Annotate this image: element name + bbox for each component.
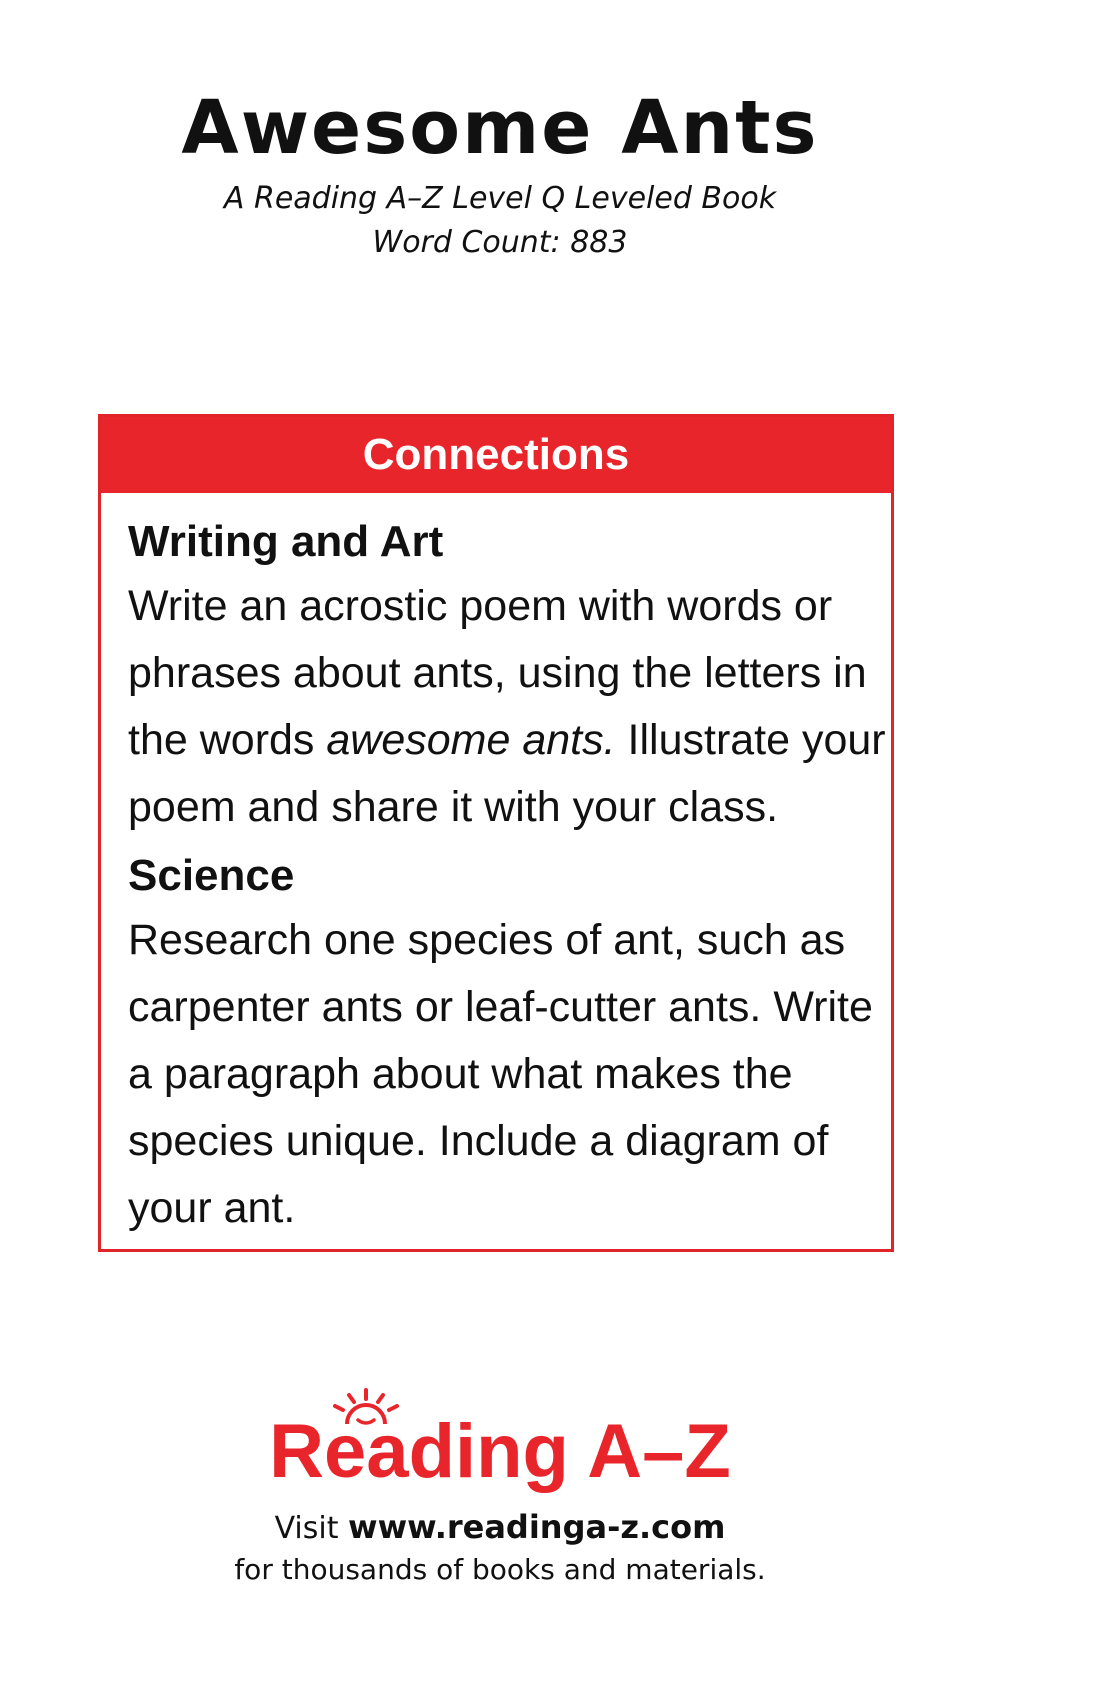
italic-phrase: awesome ants. (326, 716, 616, 764)
book-title: Awesome Ants (181, 85, 819, 171)
visit-word: Visit (274, 1511, 339, 1546)
word-count-line: Word Count: 883 (372, 225, 628, 261)
level-line: A Reading A–Z Level Q Leveled Book (223, 181, 777, 217)
connections-heading: Connections (101, 417, 891, 493)
section-text-writing-art: Write an acrostic poem with words or phr… (128, 573, 888, 841)
materials-line: for thousands of books and materials. (234, 1553, 766, 1586)
connections-body: Writing and Art Write an acrostic poem w… (101, 493, 891, 1242)
sun-icon (333, 1388, 400, 1425)
publisher-footer: Reading A–Z Visit www.readinga-z.com for… (0, 1388, 1000, 1590)
section-text-science: Research one species of ant, such as car… (128, 916, 873, 1232)
section-title-writing-art: Writing and Art (128, 517, 444, 566)
book-header: Awesome Ants A Reading A–Z Level Q Level… (0, 85, 1000, 265)
book-subtitle: A Reading A–Z Level Q Leveled Book Word … (0, 177, 1000, 265)
reading-az-logo: Reading A–Z (269, 1388, 731, 1490)
visit-line: Visit www.readinga-z.com (0, 1506, 1000, 1550)
website-url[interactable]: www.readinga-z.com (348, 1508, 725, 1546)
section-title-science: Science (128, 851, 295, 900)
connections-box: Connections Writing and Art Write an acr… (98, 414, 894, 1252)
